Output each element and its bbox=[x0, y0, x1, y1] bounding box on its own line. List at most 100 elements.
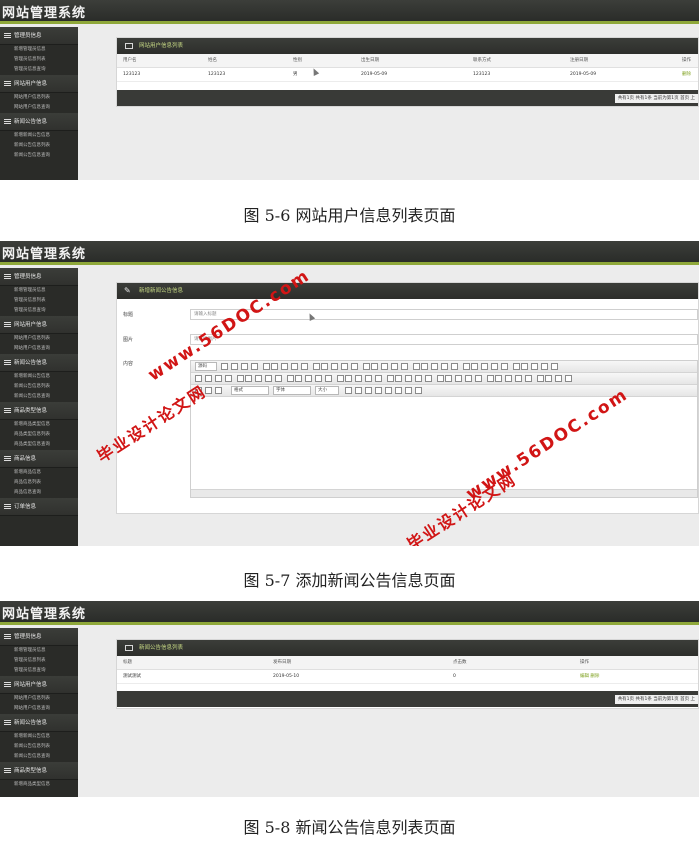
editor-tool-icon[interactable] bbox=[445, 375, 452, 382]
editor-tool-icon[interactable] bbox=[537, 375, 544, 382]
editor-tool-icon[interactable] bbox=[345, 387, 352, 394]
editor-tool-icon[interactable] bbox=[425, 375, 432, 382]
editor-tool-icon[interactable] bbox=[521, 363, 528, 370]
sidebar-item[interactable]: 新增商品信息 bbox=[0, 468, 78, 478]
editor-tool-icon[interactable] bbox=[415, 387, 422, 394]
sidebar-group-header[interactable]: 商品信息 bbox=[0, 450, 78, 468]
editor-tool-icon[interactable] bbox=[263, 363, 270, 370]
sidebar-group-header[interactable]: 管理员信息 bbox=[0, 268, 78, 286]
editor-tool-icon[interactable] bbox=[381, 363, 388, 370]
image-input[interactable]: 请选择图片 bbox=[190, 334, 698, 345]
editor-tool-icon[interactable] bbox=[251, 363, 258, 370]
editor-tool-icon[interactable] bbox=[255, 375, 262, 382]
sidebar-group-header[interactable]: 商品类型信息 bbox=[0, 762, 78, 780]
editor-tool-icon[interactable] bbox=[431, 363, 438, 370]
row-actions[interactable]: 删除 bbox=[676, 67, 698, 82]
sidebar-item[interactable]: 网站用户信息查询 bbox=[0, 103, 78, 113]
editor-tool-icon[interactable] bbox=[401, 363, 408, 370]
editor-tool-icon[interactable] bbox=[541, 363, 548, 370]
editor-tool-icon[interactable] bbox=[371, 363, 378, 370]
sidebar-group-header[interactable]: 新闻公告信息 bbox=[0, 714, 78, 732]
editor-tool-icon[interactable] bbox=[475, 375, 482, 382]
sidebar-item[interactable]: 管理员信息列表 bbox=[0, 656, 78, 666]
editor-tool-icon[interactable] bbox=[287, 375, 294, 382]
editor-tool-icon[interactable] bbox=[351, 363, 358, 370]
editor-tool-icon[interactable] bbox=[515, 375, 522, 382]
font-select[interactable]: 字体 bbox=[273, 386, 311, 395]
editor-tool-icon[interactable] bbox=[225, 375, 232, 382]
editor-tool-icon[interactable] bbox=[295, 375, 302, 382]
editor-tool-icon[interactable] bbox=[345, 375, 352, 382]
sidebar-item[interactable]: 管理员信息列表 bbox=[0, 296, 78, 306]
editor-tool-icon[interactable] bbox=[531, 363, 538, 370]
editor-tool-icon[interactable] bbox=[505, 375, 512, 382]
sidebar-item[interactable]: 新增商品类型信息 bbox=[0, 780, 78, 790]
editor-tool-icon[interactable] bbox=[525, 375, 532, 382]
sidebar-item[interactable]: 网站用户信息查询 bbox=[0, 704, 78, 714]
sidebar-group-header[interactable]: 管理员信息 bbox=[0, 628, 78, 646]
sidebar-item[interactable]: 新闻公告信息列表 bbox=[0, 382, 78, 392]
editor-tool-icon[interactable] bbox=[555, 375, 562, 382]
sidebar-group-header[interactable]: 新闻公告信息 bbox=[0, 354, 78, 372]
sidebar-item[interactable]: 商品类型信息查询 bbox=[0, 440, 78, 450]
sidebar-item[interactable]: 新闻公告信息查询 bbox=[0, 752, 78, 762]
editor-tool-icon[interactable] bbox=[491, 363, 498, 370]
rich-text-editor[interactable]: 源码 格式 字体 大小 bbox=[190, 360, 698, 498]
sidebar-item[interactable]: 管理员信息列表 bbox=[0, 55, 78, 65]
sidebar-item[interactable]: 新增新闻公告信息 bbox=[0, 732, 78, 742]
editor-tool-icon[interactable] bbox=[355, 375, 362, 382]
editor-tool-icon[interactable] bbox=[337, 375, 344, 382]
sidebar-item[interactable]: 管理员信息查询 bbox=[0, 306, 78, 316]
sidebar-item[interactable]: 新增新闻公告信息 bbox=[0, 131, 78, 141]
size-select[interactable]: 大小 bbox=[315, 386, 339, 395]
editor-tool-icon[interactable] bbox=[237, 375, 244, 382]
sidebar-item[interactable]: 新闻公告信息查询 bbox=[0, 392, 78, 402]
editor-tool-icon[interactable] bbox=[437, 375, 444, 382]
editor-tool-icon[interactable] bbox=[315, 375, 322, 382]
editor-tool-icon[interactable] bbox=[265, 375, 272, 382]
editor-tool-icon[interactable] bbox=[421, 363, 428, 370]
editor-tool-icon[interactable] bbox=[281, 363, 288, 370]
editor-tool-icon[interactable] bbox=[205, 375, 212, 382]
editor-tool-icon[interactable] bbox=[463, 363, 470, 370]
sidebar-item[interactable]: 新增新闻公告信息 bbox=[0, 372, 78, 382]
editor-tool-icon[interactable] bbox=[365, 387, 372, 394]
editor-tool-icon[interactable] bbox=[221, 363, 228, 370]
editor-tool-icon[interactable] bbox=[395, 387, 402, 394]
editor-tool-icon[interactable] bbox=[495, 375, 502, 382]
editor-tool-icon[interactable] bbox=[363, 363, 370, 370]
editor-tool-icon[interactable] bbox=[481, 363, 488, 370]
sidebar-item[interactable]: 新闻公告信息列表 bbox=[0, 141, 78, 151]
editor-tool-icon[interactable] bbox=[321, 363, 328, 370]
sidebar-item[interactable]: 商品信息查询 bbox=[0, 488, 78, 498]
sidebar-item[interactable]: 网站用户信息查询 bbox=[0, 344, 78, 354]
editor-tool-icon[interactable] bbox=[365, 375, 372, 382]
editor-tool-icon[interactable] bbox=[275, 375, 282, 382]
editor-tool-icon[interactable] bbox=[455, 375, 462, 382]
sidebar-group-header[interactable]: 网站用户信息 bbox=[0, 75, 78, 93]
editor-tool-icon[interactable] bbox=[271, 363, 278, 370]
row-actions[interactable]: 编辑 删除 bbox=[574, 669, 698, 684]
editor-tool-icon[interactable] bbox=[301, 363, 308, 370]
sidebar-item[interactable]: 网站用户信息列表 bbox=[0, 93, 78, 103]
editor-tool-icon[interactable] bbox=[291, 363, 298, 370]
source-button[interactable]: 源码 bbox=[195, 362, 217, 371]
editor-tool-icon[interactable] bbox=[241, 363, 248, 370]
editor-tool-icon[interactable] bbox=[471, 363, 478, 370]
pagination-text[interactable]: 共有1页 共有1条 当前为第1页 首页 上 bbox=[614, 94, 698, 103]
editor-tool-icon[interactable] bbox=[325, 375, 332, 382]
sidebar-group-header[interactable]: 管理员信息 bbox=[0, 27, 78, 45]
editor-tool-icon[interactable] bbox=[391, 363, 398, 370]
editor-tool-icon[interactable] bbox=[331, 363, 338, 370]
sidebar-item[interactable]: 商品类型信息列表 bbox=[0, 430, 78, 440]
editor-tool-icon[interactable] bbox=[465, 375, 472, 382]
editor-tool-icon[interactable] bbox=[385, 387, 392, 394]
format-select[interactable]: 格式 bbox=[231, 386, 269, 395]
editor-tool-icon[interactable] bbox=[413, 363, 420, 370]
editor-tool-icon[interactable] bbox=[451, 363, 458, 370]
sidebar-item[interactable]: 商品信息列表 bbox=[0, 478, 78, 488]
sidebar-item[interactable]: 新闻公告信息查询 bbox=[0, 151, 78, 161]
editor-tool-icon[interactable] bbox=[387, 375, 394, 382]
editor-tool-icon[interactable] bbox=[487, 375, 494, 382]
editor-tool-icon[interactable] bbox=[215, 387, 222, 394]
